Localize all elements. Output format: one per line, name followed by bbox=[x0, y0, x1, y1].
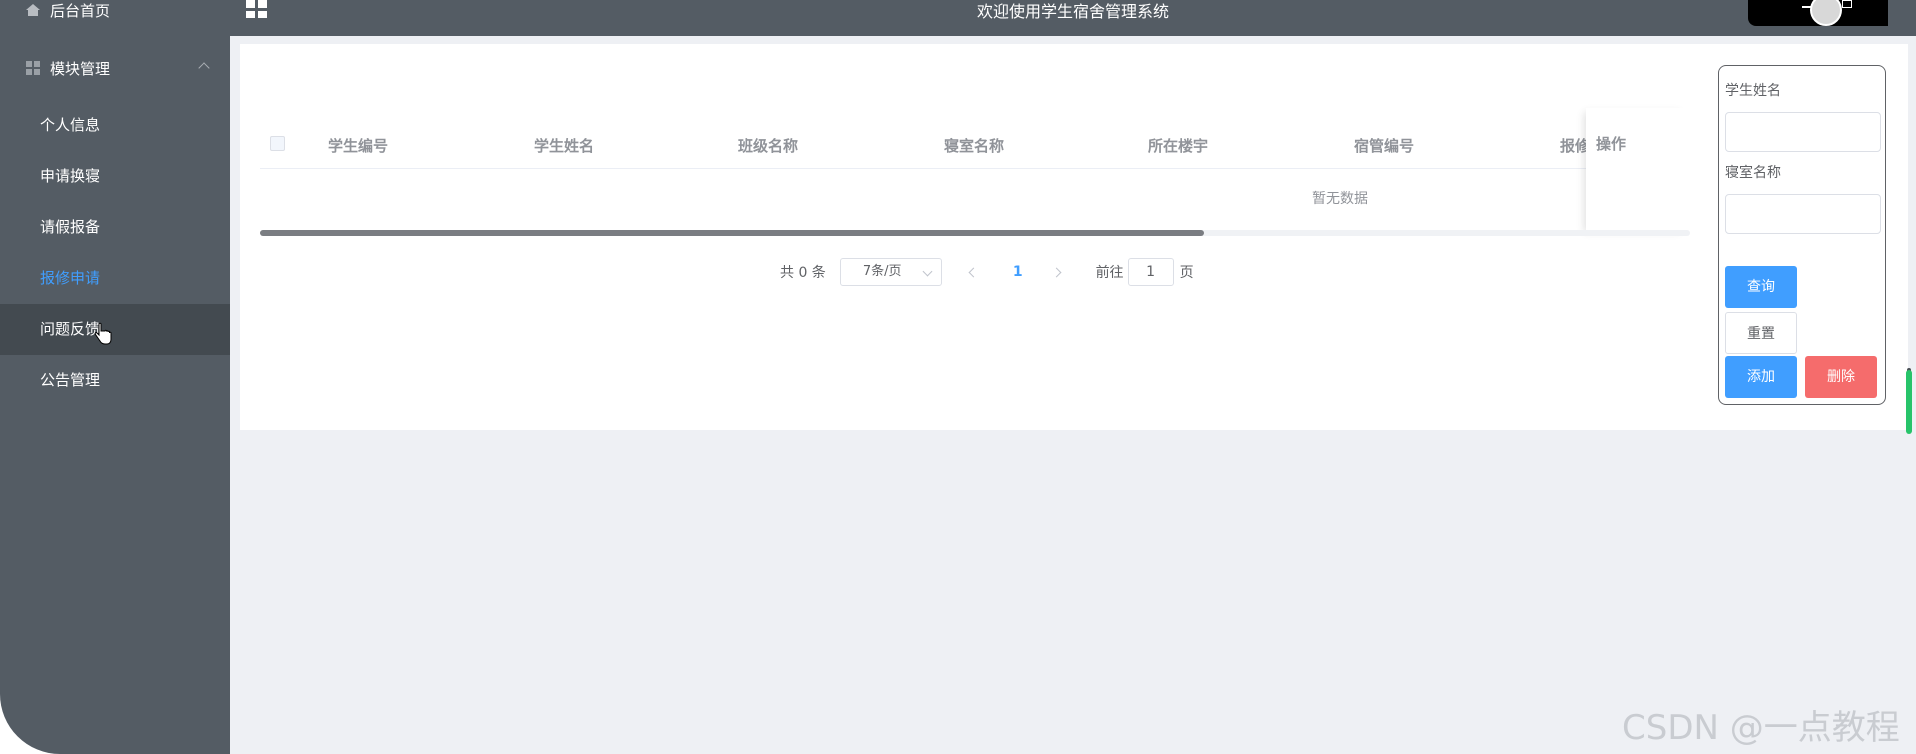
next-page-icon[interactable] bbox=[1051, 267, 1062, 277]
sidebar-item-repair-request[interactable]: 报修申请 bbox=[0, 253, 230, 304]
module-icon bbox=[26, 61, 40, 75]
column-header: 学生编号 bbox=[328, 137, 389, 155]
sidebar-item-feedback[interactable]: 问题反馈 bbox=[0, 304, 230, 355]
sidebar-item-label: 请假报备 bbox=[40, 218, 101, 236]
column-header: 所在楼宇 bbox=[1148, 137, 1209, 155]
chevron-down-icon bbox=[922, 266, 933, 277]
sidebar-item-label: 申请换寝 bbox=[40, 167, 101, 185]
column-header: 班级名称 bbox=[738, 137, 799, 155]
chevron-up-icon bbox=[198, 62, 210, 74]
horizontal-scrollbar[interactable] bbox=[260, 230, 1690, 236]
room-name-label: 寝室名称 bbox=[1725, 165, 1781, 181]
sidebar-home-label: 后台首页 bbox=[50, 1, 111, 20]
header-title: 欢迎使用学生宿舍管理系统 bbox=[976, 2, 1169, 21]
main-card: 学生编号 学生姓名 班级名称 寝室名称 所在楼宇 宿管编号 报修 操作 暂无数据… bbox=[240, 44, 1908, 430]
delete-button[interactable]: 删除 bbox=[1805, 356, 1877, 398]
restore-icon[interactable] bbox=[1842, 0, 1852, 8]
goto-suffix: 页 bbox=[1179, 265, 1194, 281]
page-size-select[interactable]: 7条/页 bbox=[839, 258, 942, 286]
sidebar-module-label: 模块管理 bbox=[50, 59, 111, 78]
sidebar-item-room-change[interactable]: 申请换寝 bbox=[0, 151, 230, 202]
table-header: 学生编号 学生姓名 班级名称 寝室名称 所在楼宇 宿管编号 报修 bbox=[260, 124, 1660, 169]
app-frame: 后台首页 模块管理 个人信息 申请换寝 请假报备 报修申请 问题反馈 公告管理 … bbox=[0, 0, 1916, 754]
column-header: 寝室名称 bbox=[944, 137, 1005, 155]
sidebar-item-announcements[interactable]: 公告管理 bbox=[0, 355, 230, 406]
hand-cursor-icon bbox=[94, 322, 112, 345]
column-header: 宿管编号 bbox=[1354, 137, 1415, 155]
reset-button[interactable]: 重置 bbox=[1725, 312, 1797, 354]
column-header: 学生姓名 bbox=[534, 137, 595, 155]
page-number-current[interactable]: 1 bbox=[1013, 264, 1023, 280]
sidebar-menu: 个人信息 申请换寝 请假报备 报修申请 问题反馈 公告管理 bbox=[0, 100, 230, 406]
goto-page-input[interactable]: 1 bbox=[1127, 258, 1174, 286]
edge-indicator bbox=[1906, 370, 1912, 434]
sidebar-item-leave-report[interactable]: 请假报备 bbox=[0, 202, 230, 253]
home-icon bbox=[26, 4, 40, 16]
goto-prefix: 前往 bbox=[1095, 265, 1124, 281]
fixed-action-column: 操作 bbox=[1586, 108, 1690, 236]
sidebar-module-toggle[interactable]: 模块管理 bbox=[0, 50, 230, 86]
column-header-actions: 操作 bbox=[1596, 135, 1627, 153]
pagination-total: 共 0 条 bbox=[780, 265, 826, 281]
pagination: 共 0 条 7条/页 1 前往 1 页 bbox=[780, 257, 1194, 287]
watermark: CSDN @一点教程 bbox=[1622, 708, 1900, 748]
sidebar-home[interactable]: 后台首页 bbox=[26, 0, 110, 22]
sidebar-item-label: 个人信息 bbox=[40, 116, 101, 134]
student-name-input[interactable] bbox=[1725, 112, 1881, 152]
page-size-value: 7条/页 bbox=[862, 264, 902, 279]
table-empty-text: 暂无数据 bbox=[1312, 191, 1368, 207]
sidebar-item-label: 问题反馈 bbox=[40, 320, 101, 338]
sidebar-item-label: 公告管理 bbox=[40, 371, 101, 389]
top-header: 欢迎使用学生宿舍管理系统 bbox=[230, 0, 1916, 36]
add-button[interactable]: 添加 bbox=[1725, 356, 1797, 398]
sidebar-item-personal-info[interactable]: 个人信息 bbox=[0, 100, 230, 151]
sidebar-item-label: 报修申请 bbox=[40, 269, 101, 287]
query-button[interactable]: 查询 bbox=[1725, 266, 1797, 308]
prev-page-icon[interactable] bbox=[968, 267, 979, 277]
search-panel: 学生姓名 寝室名称 查询 重置 添加 删除 bbox=[1718, 65, 1886, 405]
scrollbar-thumb[interactable] bbox=[260, 230, 1204, 236]
sidebar: 后台首页 模块管理 个人信息 申请换寝 请假报备 报修申请 问题反馈 公告管理 bbox=[0, 0, 230, 754]
student-name-label: 学生姓名 bbox=[1725, 83, 1781, 99]
room-name-input[interactable] bbox=[1725, 194, 1881, 234]
